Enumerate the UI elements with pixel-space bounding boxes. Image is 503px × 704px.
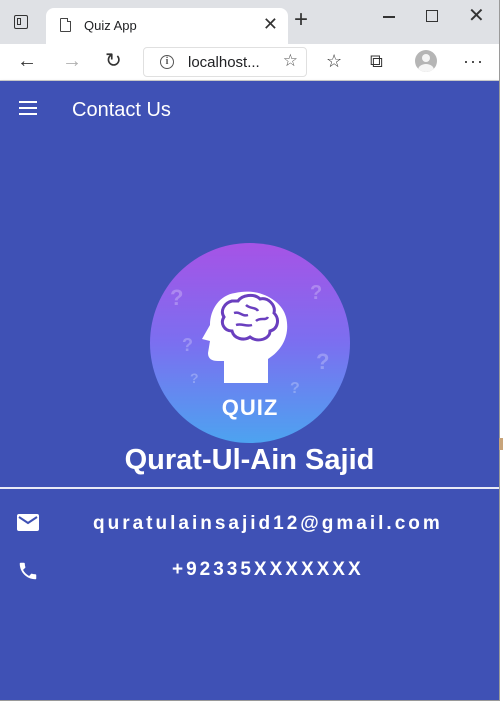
url-text[interactable]: localhost... (188, 54, 260, 71)
favorites-icon[interactable]: ☆ (326, 50, 342, 72)
more-menu-icon[interactable]: ··· (463, 50, 484, 72)
reload-icon[interactable]: ↻ (105, 48, 122, 74)
back-icon[interactable]: ← (17, 48, 37, 74)
svg-text:?: ? (316, 349, 329, 374)
tab-strip: Quiz App ✕ + ✕ (0, 0, 499, 44)
svg-text:?: ? (310, 282, 322, 304)
page-title: Contact Us (72, 99, 171, 121)
contact-name: Qurat-Ul-Ain Sajid (124, 444, 375, 476)
email-icon (17, 514, 39, 531)
svg-text:?: ? (182, 335, 193, 355)
page-icon (60, 18, 71, 32)
menu-icon[interactable] (19, 101, 37, 115)
minimize-icon[interactable] (383, 16, 395, 18)
new-tab-button[interactable]: + (294, 8, 308, 32)
logo-text: QUIZ (221, 395, 279, 420)
window-menu-icon[interactable] (14, 15, 28, 29)
phone-icon (19, 562, 37, 580)
forward-icon[interactable]: → (62, 48, 82, 74)
maximize-icon[interactable] (426, 10, 438, 22)
svg-text:?: ? (190, 370, 199, 386)
address-bar[interactable]: i localhost... ☆ (143, 47, 307, 77)
tab-title: Quiz App (84, 18, 137, 33)
phone-link[interactable]: +92335XXXXXXX (172, 559, 364, 581)
divider (0, 487, 499, 489)
site-info-icon[interactable]: i (160, 55, 174, 69)
browser-window: Quiz App ✕ + ✕ ← → ↻ i localhost... ☆ ☆ … (0, 0, 500, 701)
profile-avatar[interactable] (415, 50, 437, 72)
address-toolbar: ← → ↻ i localhost... ☆ ☆ ⧉ ··· (0, 44, 499, 81)
background-window-edge (499, 438, 503, 450)
app-bar: Contact Us (0, 81, 499, 136)
email-link[interactable]: quratulainsajid12@gmail.com (93, 513, 443, 535)
add-favorite-icon[interactable]: ☆ (283, 51, 298, 71)
contact-content: ? ? ? ? ? ? QUIZ Qurat-Ul-Ain Sajid qura… (0, 136, 499, 700)
svg-text:?: ? (170, 285, 183, 310)
quiz-logo: ? ? ? ? ? ? QUIZ (150, 243, 350, 443)
collections-icon[interactable]: ⧉ (370, 50, 383, 72)
tab-close-icon[interactable]: ✕ (263, 14, 278, 34)
tab-quiz-app[interactable]: Quiz App ✕ (46, 8, 288, 44)
window-close-icon[interactable]: ✕ (468, 4, 485, 28)
